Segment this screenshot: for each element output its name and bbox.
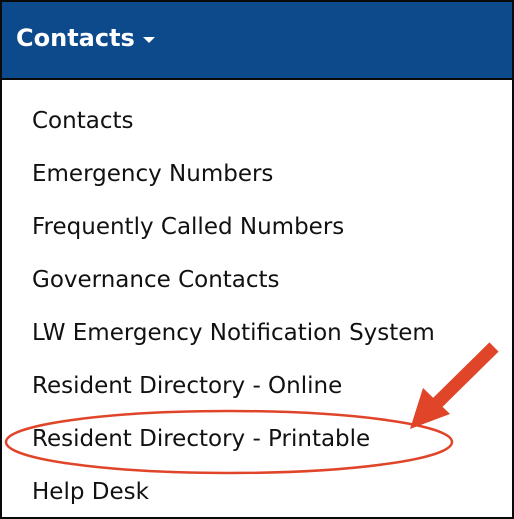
menu-item-resident-directory-online[interactable]: Resident Directory - Online	[32, 369, 342, 403]
menu-item-frequently-called-numbers[interactable]: Frequently Called Numbers	[32, 210, 344, 244]
menu-item-governance-contacts[interactable]: Governance Contacts	[32, 263, 280, 297]
dropdown-frame: Contacts Contacts Emergency Numbers Freq…	[0, 0, 514, 519]
chevron-down-icon	[142, 36, 155, 43]
menu-item-emergency-numbers[interactable]: Emergency Numbers	[32, 157, 273, 191]
arrow-icon	[410, 342, 499, 429]
menu-item-help-desk[interactable]: Help Desk	[32, 475, 149, 509]
menu-item-resident-directory-printable[interactable]: Resident Directory - Printable	[32, 422, 370, 456]
menu-item-contacts[interactable]: Contacts	[32, 104, 133, 138]
menu-title: Contacts	[16, 24, 135, 52]
menu-item-lw-emergency-notification-system[interactable]: LW Emergency Notification System	[32, 316, 435, 350]
contacts-menu-toggle[interactable]: Contacts	[2, 2, 512, 80]
